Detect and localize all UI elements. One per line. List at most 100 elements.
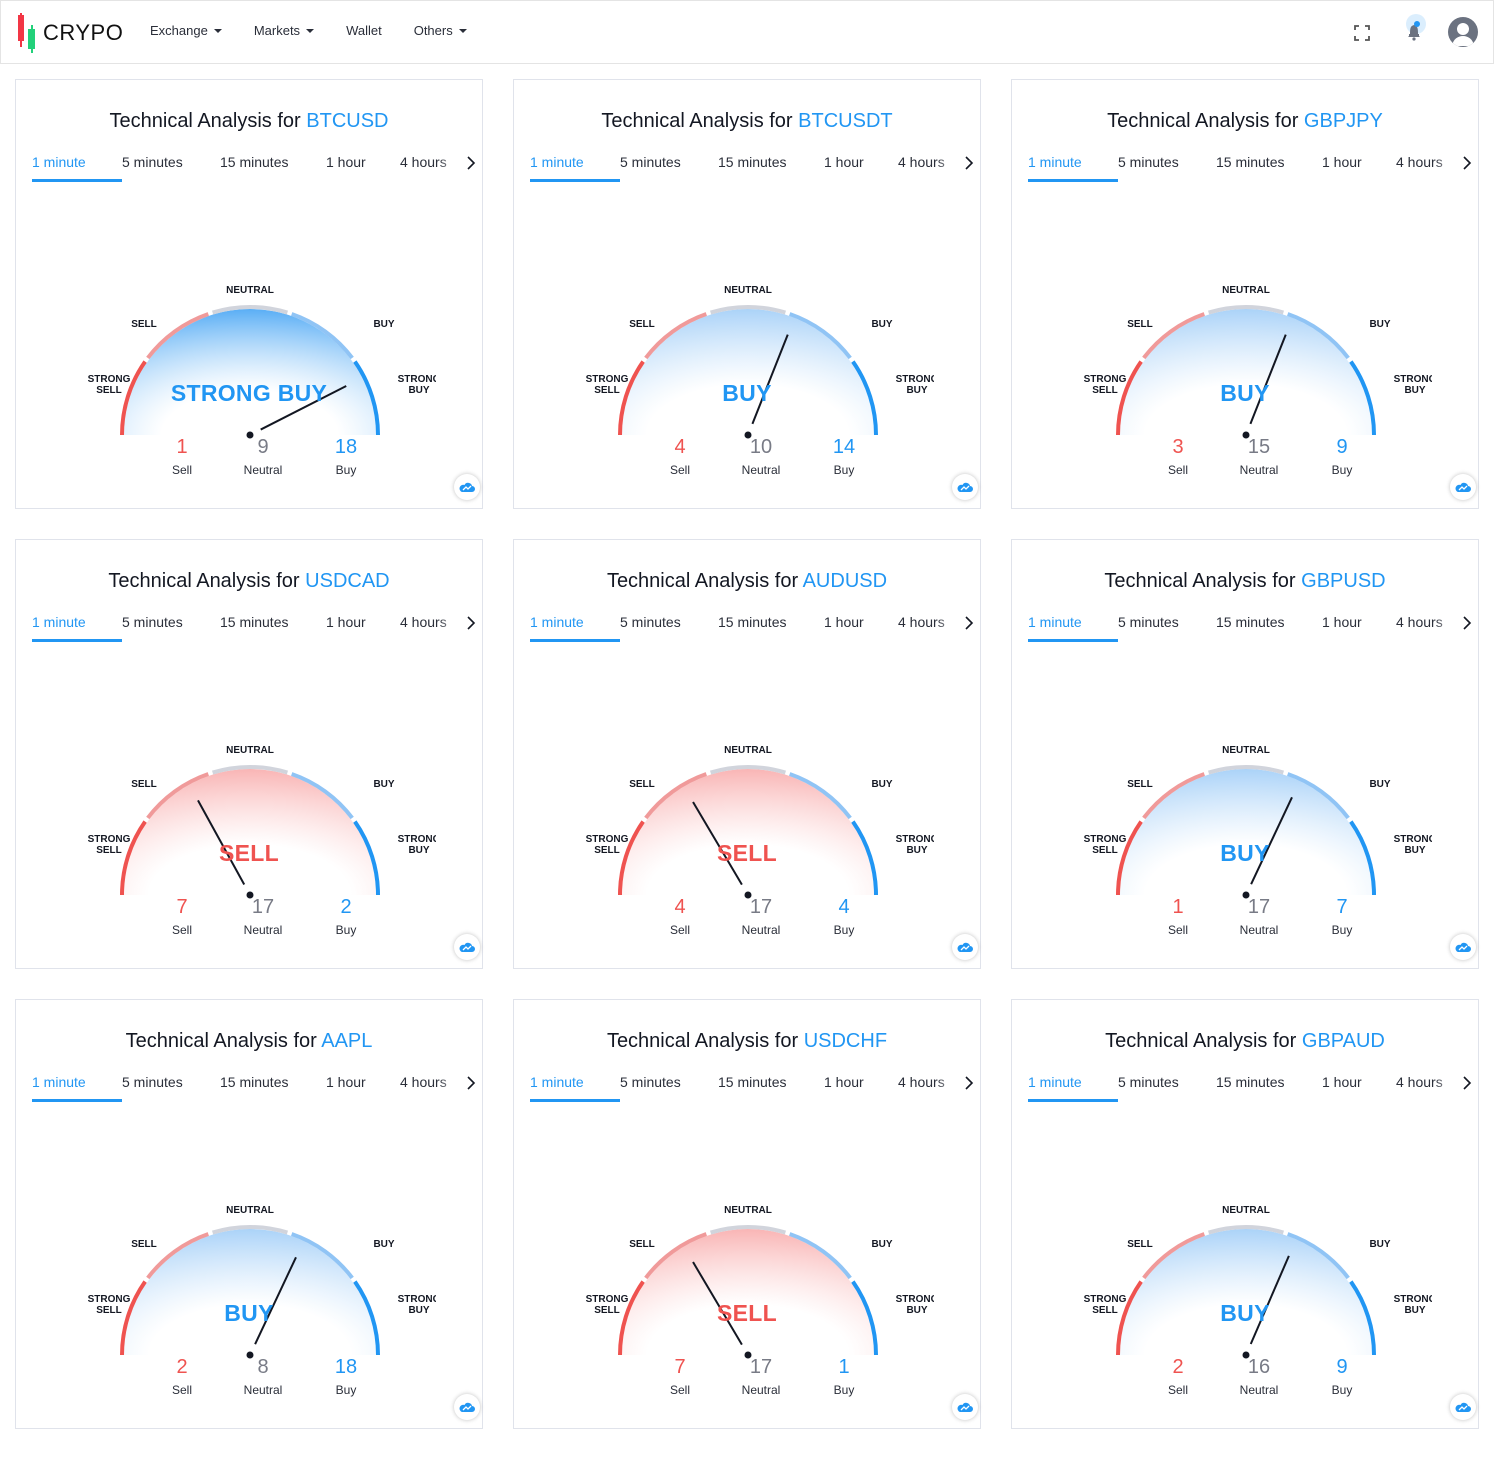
widget-symbol-link[interactable]: BTCUSD (306, 110, 388, 132)
indicator-counts: 1 Sell 17 Neutral 7 Buy (1012, 896, 1478, 956)
widget-title-prefix: Technical Analysis for (1104, 570, 1302, 592)
interval-tab[interactable]: 15 minutes (1216, 1072, 1322, 1102)
count-buy-label: Buy (1331, 1383, 1353, 1397)
widget-symbol-link[interactable]: USDCAD (305, 570, 389, 592)
cloud-icon[interactable] (1450, 1394, 1476, 1420)
widget-symbol-link[interactable]: AUDUSD (803, 570, 887, 592)
interval-tab[interactable]: 1 minute (1028, 152, 1118, 182)
widget-title: Technical Analysis for USDCHF (514, 1030, 980, 1053)
interval-tab[interactable]: 5 minutes (1118, 612, 1216, 642)
interval-tab[interactable]: 1 minute (1028, 1072, 1118, 1102)
interval-tab[interactable]: 15 minutes (718, 612, 824, 642)
count-neutral-value: 8 (257, 1356, 269, 1378)
count-neutral-value: 16 (1247, 1356, 1271, 1378)
interval-tab[interactable]: 15 minutes (220, 1072, 326, 1102)
interval-tab[interactable]: 1 hour (824, 152, 898, 182)
gauge-label-sell: SELL (131, 1239, 157, 1250)
interval-tab[interactable]: 5 minutes (122, 1072, 220, 1102)
interval-tab[interactable]: 1 minute (530, 152, 620, 182)
count-neutral: 17 Neutral (721, 896, 801, 937)
interval-tab[interactable]: 1 hour (824, 1072, 898, 1102)
nav-exchange[interactable]: Exchange (150, 23, 222, 38)
interval-tab[interactable]: 1 minute (32, 152, 122, 182)
interval-tab[interactable]: 1 minute (32, 1072, 122, 1102)
interval-tab[interactable]: 1 hour (1322, 1072, 1396, 1102)
widget-symbol-link[interactable]: GBPUSD (1301, 570, 1385, 592)
widget-symbol-link[interactable]: BTCUSDT (798, 110, 892, 132)
interval-tab[interactable]: 15 minutes (220, 152, 326, 182)
nav-others[interactable]: Others (414, 23, 467, 38)
chevron-right-icon[interactable] (1460, 154, 1474, 172)
interval-tab[interactable]: 15 minutes (718, 1072, 824, 1102)
interval-tabs: 1 minute 5 minutes 15 minutes 1 hour 4 hours (530, 1072, 970, 1106)
interval-tab[interactable]: 1 hour (326, 612, 400, 642)
widget-symbol-link[interactable]: AAPL (321, 1030, 372, 1052)
nav-markets[interactable]: Markets (254, 23, 315, 38)
chevron-right-icon[interactable] (464, 614, 478, 632)
interval-tab[interactable]: 1 hour (326, 1072, 400, 1102)
chevron-right-icon[interactable] (464, 154, 478, 172)
chevron-right-icon[interactable] (962, 614, 976, 632)
cloud-icon[interactable] (952, 1394, 978, 1420)
interval-tab[interactable]: 15 minutes (718, 152, 824, 182)
top-navbar: CRYPO Exchange Markets Wallet Others (0, 0, 1494, 64)
count-buy-label: Buy (1331, 463, 1353, 477)
widget-title-prefix: Technical Analysis for (125, 1030, 322, 1052)
gauge-label-sell: SELL (1127, 1239, 1153, 1250)
chevron-right-icon[interactable] (464, 1074, 478, 1092)
interval-tab[interactable]: 15 minutes (220, 612, 326, 642)
widget-symbol-link[interactable]: GBPAUD (1302, 1030, 1385, 1052)
interval-tab[interactable]: 15 minutes (1216, 612, 1322, 642)
count-sell-label: Sell (171, 463, 192, 477)
user-avatar-icon (1452, 23, 1474, 46)
widget-symbol-link[interactable]: USDCHF (804, 1030, 887, 1052)
interval-tab[interactable]: 1 minute (1028, 612, 1118, 642)
chevron-right-icon[interactable] (962, 154, 976, 172)
interval-tab[interactable]: 5 minutes (620, 612, 718, 642)
cloud-icon[interactable] (454, 1394, 480, 1420)
count-sell-label: Sell (1167, 1383, 1188, 1397)
cloud-icon[interactable] (454, 934, 480, 960)
cloud-icon[interactable] (1450, 934, 1476, 960)
user-avatar[interactable] (1448, 17, 1478, 47)
nav-wallet[interactable]: Wallet (346, 23, 382, 38)
interval-tab[interactable]: 1 hour (1322, 612, 1396, 642)
cloud-icon[interactable] (952, 934, 978, 960)
interval-tab[interactable]: 5 minutes (1118, 152, 1216, 182)
interval-tab[interactable]: 1 minute (530, 612, 620, 642)
indicator-counts: 4 Sell 17 Neutral 4 Buy (514, 896, 980, 956)
interval-tab[interactable]: 1 minute (32, 612, 122, 642)
gauge-label-buy: BUY (871, 1239, 892, 1250)
widget-symbol-link[interactable]: GBPJPY (1304, 110, 1383, 132)
chevron-right-icon[interactable] (962, 1074, 976, 1092)
fullscreen-icon[interactable] (1354, 25, 1370, 41)
notification-bell-icon[interactable] (1399, 13, 1429, 43)
chevron-right-icon[interactable] (1460, 1074, 1474, 1092)
count-neutral-value: 17 (251, 896, 275, 918)
interval-tab[interactable]: 15 minutes (1216, 152, 1322, 182)
interval-tab[interactable]: 5 minutes (620, 1072, 718, 1102)
interval-tab[interactable]: 1 minute (530, 1072, 620, 1102)
interval-tab[interactable]: 1 hour (1322, 152, 1396, 182)
sentiment-gauge: NEUTRALSELLBUYSTRONGSELLSTRONGBUY (88, 745, 436, 899)
summary-signal: BUY (1220, 380, 1270, 406)
gauge-fill (622, 769, 874, 895)
count-buy-value: 9 (1336, 436, 1348, 458)
interval-tab[interactable]: 5 minutes (1118, 1072, 1216, 1102)
interval-tab[interactable]: 5 minutes (122, 152, 220, 182)
interval-tab[interactable]: 1 hour (824, 612, 898, 642)
interval-tab[interactable]: 5 minutes (620, 152, 718, 182)
chevron-right-icon[interactable] (1460, 614, 1474, 632)
main-nav: Exchange Markets Wallet Others (150, 23, 499, 38)
technical-analysis-widget: Technical Analysis for USDCAD 1 minute 5 m… (15, 539, 483, 969)
cloud-icon[interactable] (1450, 474, 1476, 500)
interval-tab[interactable]: 5 minutes (122, 612, 220, 642)
cloud-icon[interactable] (454, 474, 480, 500)
logo[interactable]: CRYPO (17, 13, 123, 53)
interval-tab[interactable]: 1 hour (326, 152, 400, 182)
summary-signal: SELL (717, 840, 777, 866)
gauge-label-neutral: NEUTRAL (724, 1205, 772, 1216)
sentiment-gauge: NEUTRALSELLBUYSTRONGSELLSTRONGBUY (586, 745, 934, 899)
cloud-icon[interactable] (952, 474, 978, 500)
count-sell: 1 Sell (1138, 896, 1218, 937)
